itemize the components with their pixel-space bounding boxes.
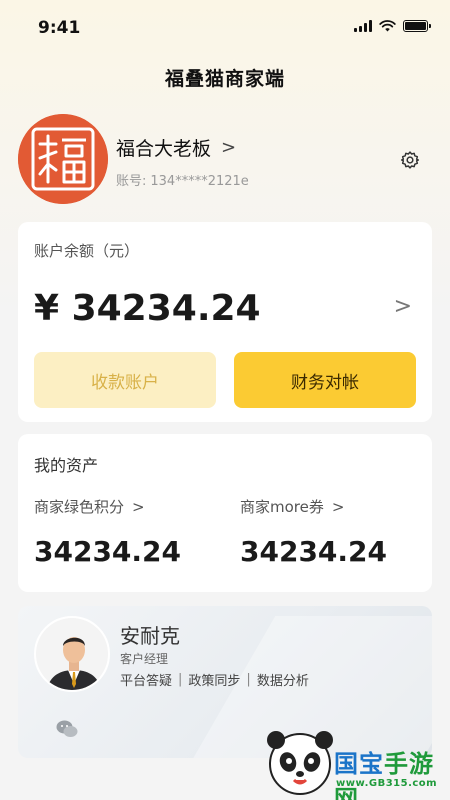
receive-account-button[interactable]: 收款账户 xyxy=(34,352,216,408)
asset-value: 34234.24 xyxy=(240,535,388,568)
asset-label: 商家绿色积分 > xyxy=(34,496,181,517)
account-value: 134*****2121e xyxy=(150,174,249,189)
asset-label: 商家more券 > xyxy=(240,496,387,517)
asset-more-coupon[interactable]: 商家more券 > 34234.24 xyxy=(240,496,388,569)
fu-logo-icon xyxy=(18,114,108,204)
account-line: 账号: 134*****2121e xyxy=(116,170,249,189)
profile-section[interactable]: 福合大老板 > 账号: 134*****2121e xyxy=(18,114,432,206)
user-name: 福合大老板 xyxy=(116,138,212,160)
manager-avatar xyxy=(34,616,110,692)
person-icon xyxy=(36,618,108,690)
balance-card: 账户余额（元） ¥ 34234.24 > 收款账户 财务对帐 xyxy=(18,222,432,422)
wechat-icon[interactable] xyxy=(56,720,78,738)
chevron-right-icon: > xyxy=(331,497,345,516)
status-icons xyxy=(354,20,431,32)
page-title: 福叠猫商家端 xyxy=(164,68,285,90)
wifi-icon xyxy=(379,20,396,32)
assets-card: 我的资产 商家绿色积分 > 34234.24 商家more券 > 34234.2… xyxy=(18,434,432,592)
panda-logo-icon xyxy=(267,731,333,795)
account-label: 账号: xyxy=(116,174,147,189)
asset-value: 34234.24 xyxy=(34,535,182,568)
tag-separator: | xyxy=(246,672,251,687)
status-bar: 9:41 xyxy=(0,0,450,56)
manager-tags: 平台答疑 | 政策同步 | 数据分析 xyxy=(120,670,309,689)
balance-value[interactable]: ¥ 34234.24 xyxy=(34,288,261,329)
tag-item: 平台答疑 xyxy=(120,674,173,689)
signal-icon xyxy=(354,20,372,32)
manager-name: 安耐克 xyxy=(120,624,180,648)
user-name-row[interactable]: 福合大老板 > xyxy=(116,134,236,161)
tag-item: 政策同步 xyxy=(188,674,241,689)
assets-title: 我的资产 xyxy=(34,456,99,475)
battery-icon xyxy=(403,20,431,32)
chevron-right-icon[interactable]: > xyxy=(394,294,412,319)
watermark: 国宝手游网 www.GB315.com xyxy=(262,724,450,800)
asset-label-text: 商家more券 xyxy=(240,498,324,516)
asset-label-text: 商家绿色积分 xyxy=(34,498,125,516)
status-time: 9:41 xyxy=(38,18,81,38)
tag-separator: | xyxy=(178,672,183,687)
manager-role: 客户经理 xyxy=(120,652,169,666)
chevron-right-icon: > xyxy=(221,137,237,158)
asset-green-points[interactable]: 商家绿色积分 > 34234.24 xyxy=(34,496,182,569)
tag-item: 数据分析 xyxy=(256,674,309,689)
chevron-right-icon: > xyxy=(132,497,145,516)
watermark-brand-part1: 国宝 xyxy=(334,750,384,778)
balance-label: 账户余额（元） xyxy=(34,242,140,260)
watermark-url: www.GB315.com xyxy=(336,778,438,789)
gear-icon[interactable] xyxy=(400,150,420,170)
reconcile-button[interactable]: 财务对帐 xyxy=(234,352,416,408)
watermark-brand: 国宝手游网 xyxy=(334,744,450,800)
avatar[interactable] xyxy=(18,114,108,204)
